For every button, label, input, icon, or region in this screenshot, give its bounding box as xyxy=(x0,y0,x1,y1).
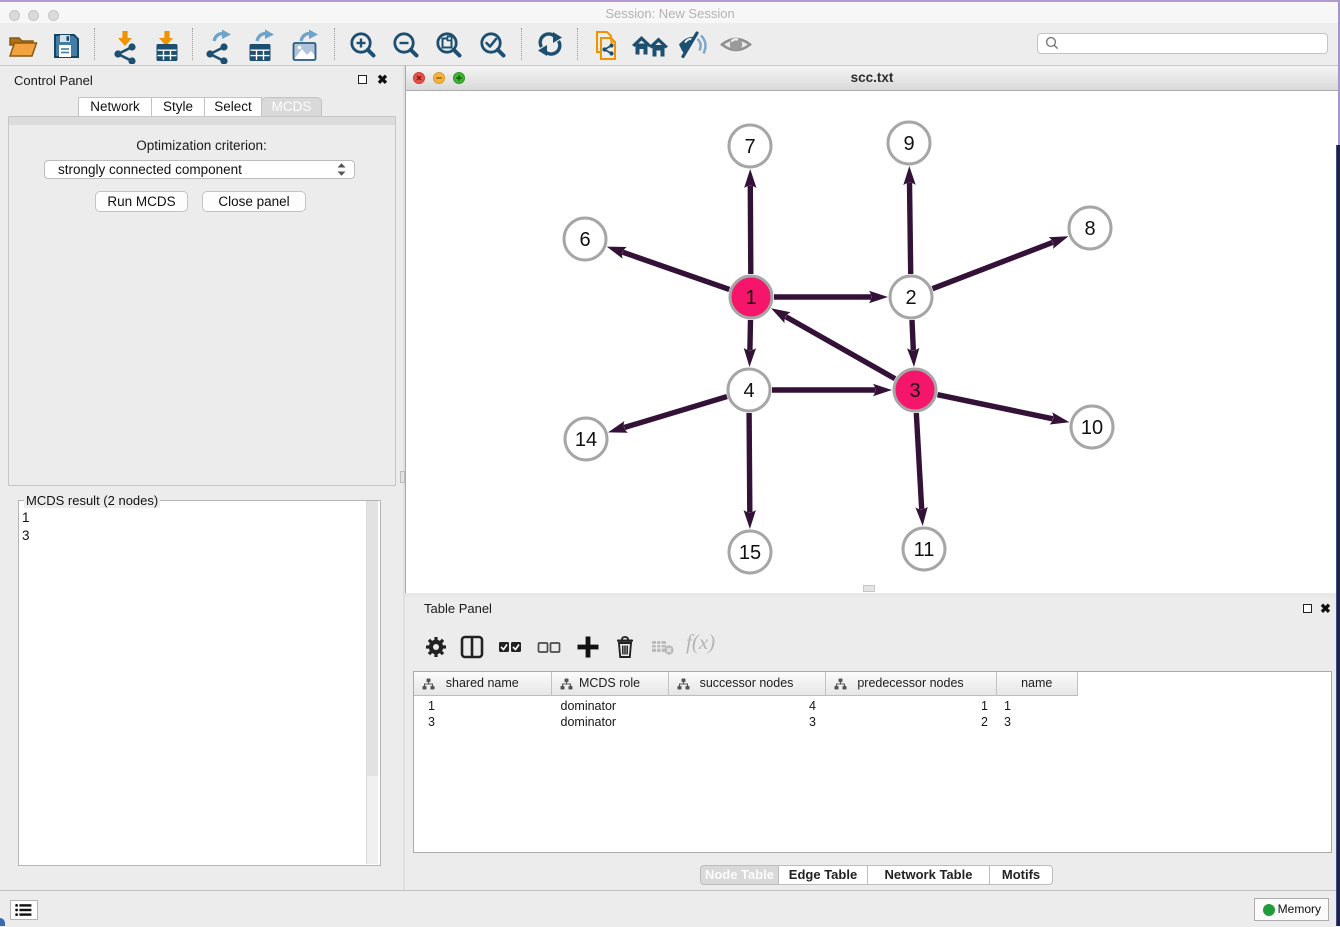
svg-text:14: 14 xyxy=(575,429,597,451)
svg-text:10: 10 xyxy=(1081,417,1103,439)
svg-text:4: 4 xyxy=(743,380,754,402)
svg-text:3: 3 xyxy=(909,380,920,402)
svg-text:2: 2 xyxy=(905,287,916,309)
svg-text:6: 6 xyxy=(579,229,590,251)
svg-text:7: 7 xyxy=(744,136,755,158)
svg-text:1: 1 xyxy=(745,287,756,309)
svg-text:8: 8 xyxy=(1084,218,1095,240)
svg-text:9: 9 xyxy=(903,133,914,155)
svg-text:11: 11 xyxy=(914,539,935,561)
svg-text:15: 15 xyxy=(739,542,761,564)
